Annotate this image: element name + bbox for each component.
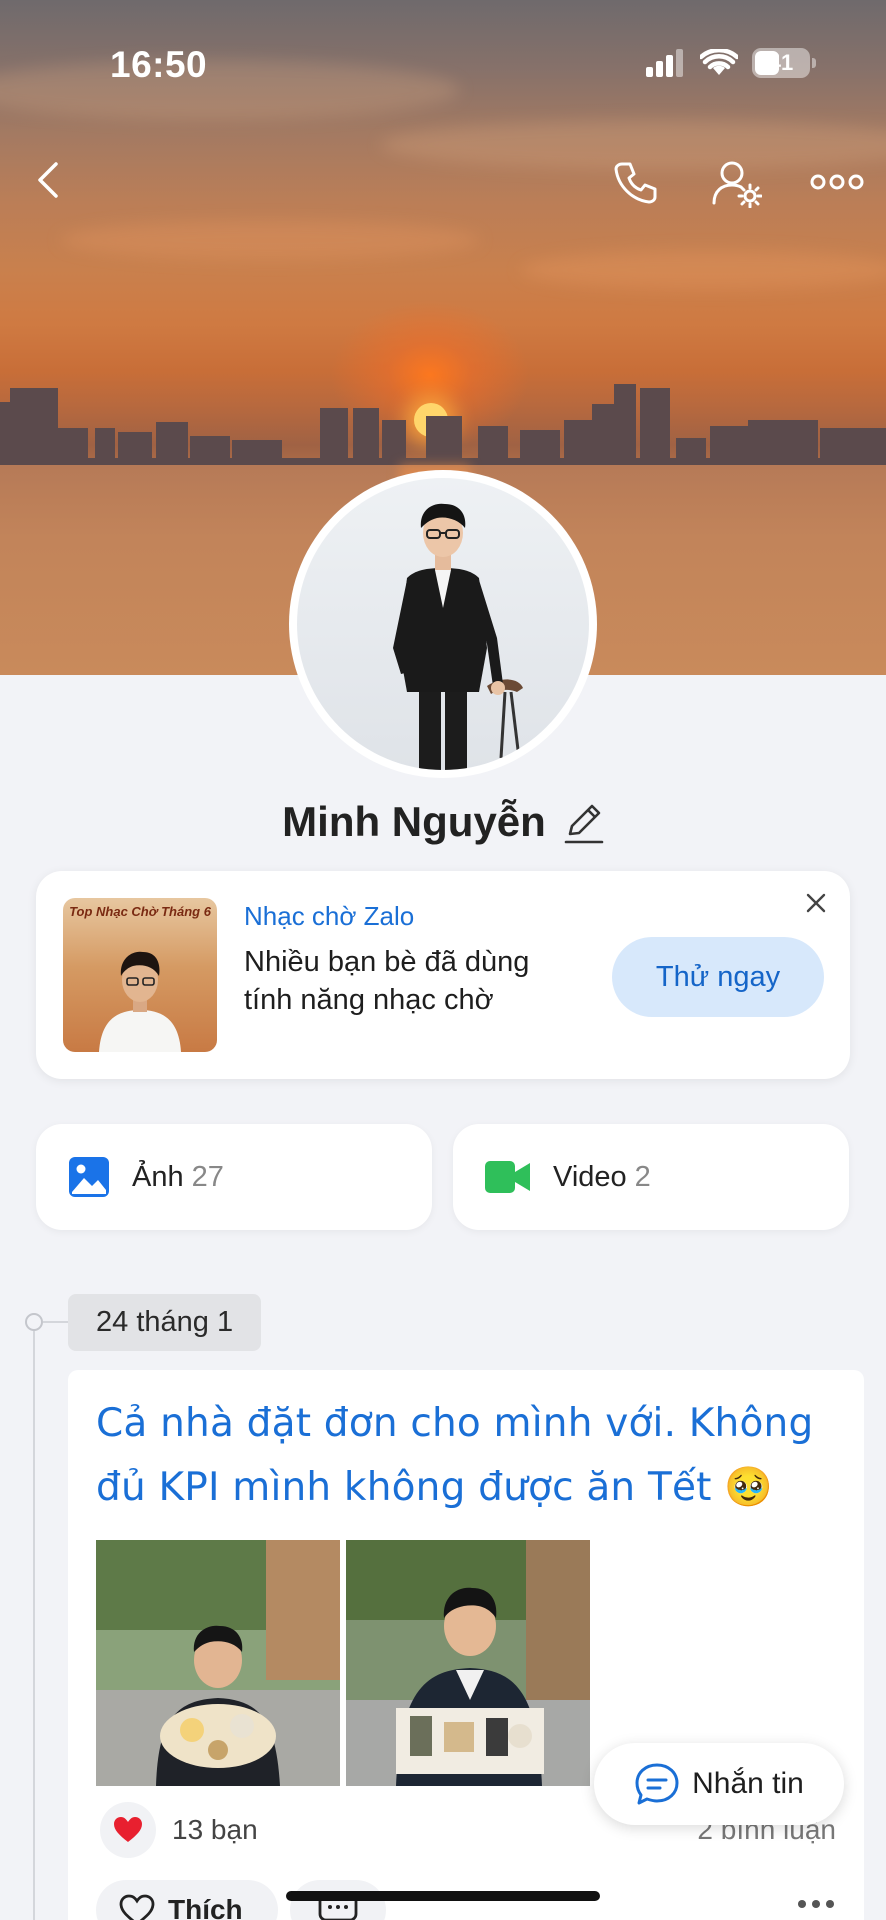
call-button[interactable]: [612, 158, 660, 206]
promo-thumbnail: Top Nhạc Chờ Tháng 6: [63, 898, 217, 1052]
person-illustration: [393, 503, 523, 770]
timeline-tick: [43, 1321, 69, 1323]
user-settings-icon: [712, 161, 762, 208]
reaction-bubble[interactable]: [100, 1802, 156, 1858]
post-photo-2[interactable]: [346, 1540, 590, 1786]
back-button[interactable]: [34, 160, 64, 200]
wifi-icon: [700, 49, 738, 75]
photos-count: 27: [191, 1160, 224, 1193]
like-label: Thích: [168, 1894, 243, 1920]
post-text: Cả nhà đặt đơn cho mình với. Không đủ KP…: [96, 1401, 814, 1510]
timeline-post: Cả nhà đặt đơn cho mình với. Không đủ KP…: [68, 1370, 864, 1920]
profile-settings-button[interactable]: [712, 158, 762, 208]
heart-outline-icon: [119, 1894, 155, 1920]
more-icon: [810, 174, 864, 190]
reaction-count[interactable]: 13 bạn: [172, 1814, 258, 1846]
message-button[interactable]: Nhắn tin: [594, 1743, 844, 1825]
cellular-signal-icon: [646, 49, 683, 77]
timeline-date: 24 tháng 1: [68, 1294, 262, 1351]
photo-scene: [96, 1540, 340, 1786]
cloud: [60, 220, 480, 260]
photos-tile[interactable]: Ảnh 27: [36, 1124, 432, 1230]
back-icon: [38, 162, 58, 198]
heart-icon: [114, 1817, 142, 1842]
timeline-dot: [25, 1313, 43, 1331]
post-more-icon[interactable]: [796, 1898, 836, 1910]
battery-icon: 41: [752, 48, 816, 78]
profile-name: Minh Nguyễn: [282, 798, 546, 845]
cloud: [520, 250, 886, 290]
message-label: Nhắn tin: [692, 1767, 804, 1800]
avatar[interactable]: [289, 470, 597, 778]
like-button[interactable]: Thích: [96, 1880, 278, 1920]
close-icon[interactable]: [802, 889, 830, 917]
promo-kicker: Nhạc chờ Zalo: [244, 901, 415, 931]
battery-level: 41: [768, 50, 794, 75]
videos-tile[interactable]: Video 2: [453, 1124, 849, 1230]
status-icons: 41: [646, 48, 816, 78]
videos-label: Video: [553, 1160, 627, 1193]
video-icon: [485, 1161, 530, 1193]
timeline-line: [33, 1322, 35, 1920]
status-time: 16:50: [110, 44, 208, 85]
image-icon: [69, 1157, 109, 1197]
photo-scene: [346, 1540, 590, 1786]
city-skyline: [0, 384, 886, 480]
avatar-photo: [297, 478, 589, 770]
try-now-button[interactable]: Thử ngay: [612, 937, 824, 1017]
videos-count: 2: [634, 1160, 651, 1193]
cloud: [0, 60, 460, 120]
profile-name-row: Minh Nguyễn: [0, 798, 886, 846]
phone-icon: [614, 162, 657, 204]
pencil-icon[interactable]: [564, 800, 604, 844]
photos-label: Ảnh: [132, 1160, 184, 1193]
chat-bubble-icon: [635, 1763, 679, 1805]
promo-text: Nhiều bạn bè đã dùng tính năng nhạc chờ: [244, 946, 530, 1016]
post-photo-1[interactable]: [96, 1540, 340, 1786]
home-indicator[interactable]: [286, 1891, 600, 1901]
singer-illustration: [99, 951, 181, 1052]
more-button[interactable]: [810, 168, 864, 196]
ringtone-promo-card: Top Nhạc Chờ Tháng 6 Nhạc chờ Zalo Nhiều…: [36, 871, 850, 1079]
